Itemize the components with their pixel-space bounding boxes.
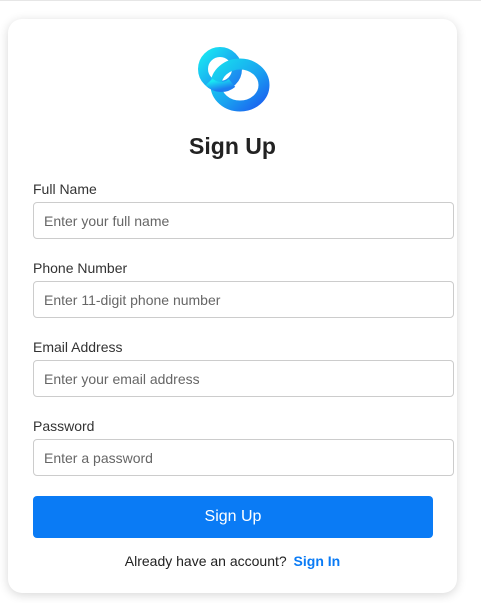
signin-footer: Already have an account? Sign In [8, 553, 457, 569]
signin-prompt: Already have an account? [124, 553, 287, 569]
interlocking-rings-logo-icon [198, 47, 270, 112]
phone-number-input[interactable] [33, 281, 454, 318]
email-address-input[interactable] [33, 360, 454, 397]
sign-up-button[interactable]: Sign Up [33, 496, 433, 538]
email-address-label: Email Address [33, 339, 123, 355]
signup-card: Sign Up Full Name Phone Number Email Add… [8, 19, 457, 593]
phone-number-label: Phone Number [33, 260, 128, 276]
page-title: Sign Up [189, 133, 276, 159]
password-input[interactable] [33, 439, 454, 476]
sign-in-link[interactable]: Sign In [294, 553, 341, 569]
full-name-input[interactable] [33, 202, 454, 239]
full-name-label: Full Name [33, 181, 97, 197]
signup-page: Sign Up Full Name Phone Number Email Add… [0, 1, 481, 603]
password-label: Password [33, 418, 95, 434]
